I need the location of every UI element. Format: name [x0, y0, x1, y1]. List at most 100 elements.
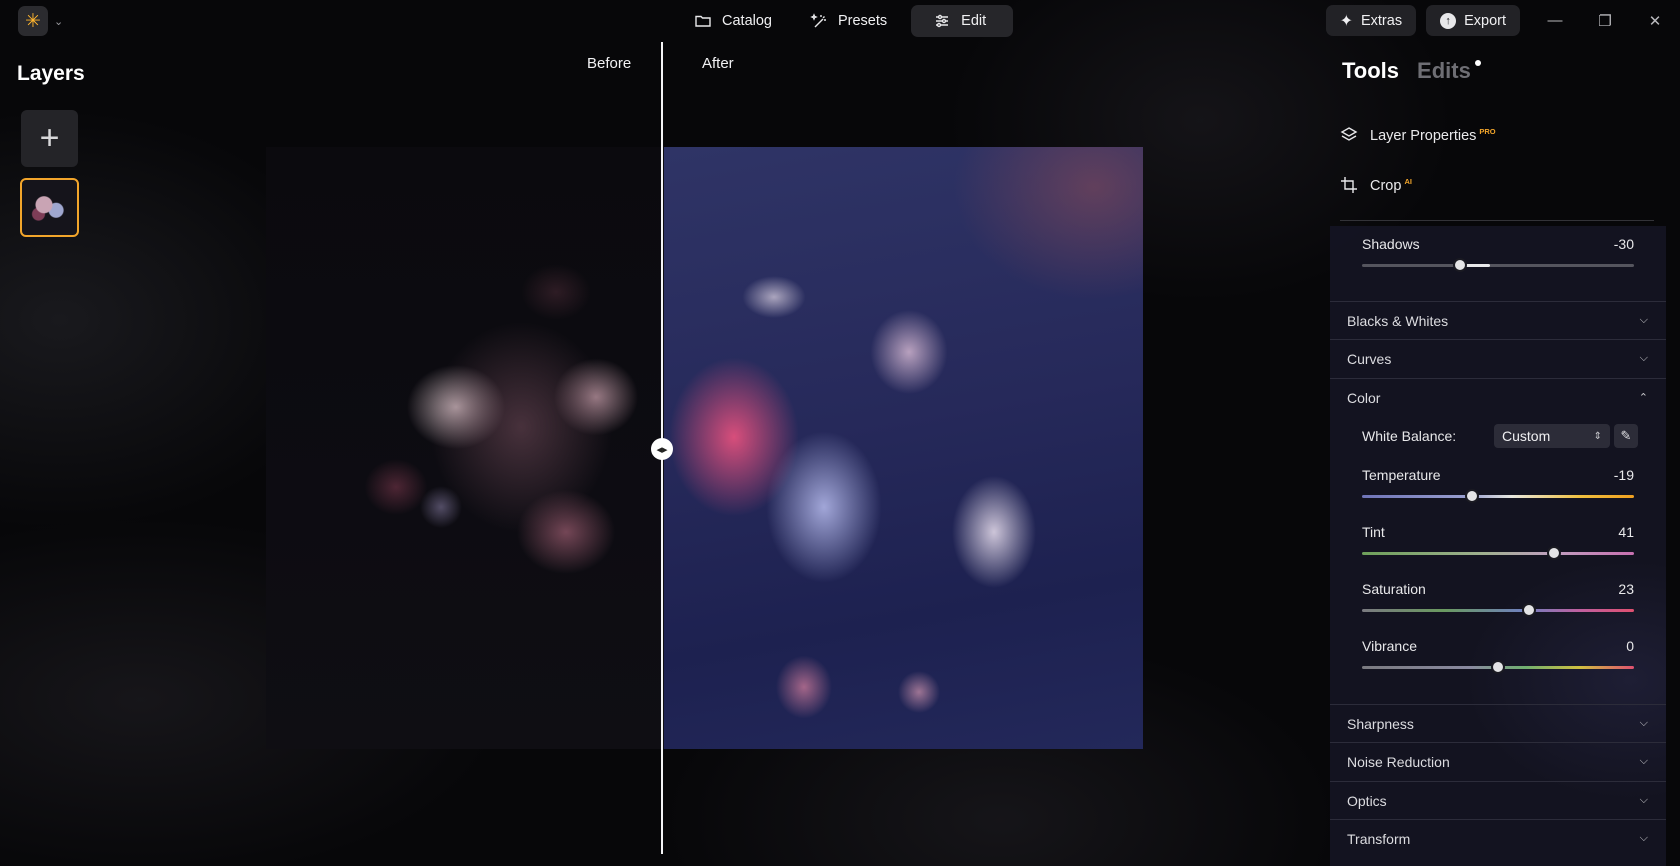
tint-thumb[interactable] [1546, 546, 1561, 560]
vibrance-track[interactable] [1362, 660, 1634, 674]
before-image [266, 147, 664, 749]
nav-catalog[interactable]: Catalog [680, 5, 786, 37]
layers-title: Layers [17, 62, 85, 85]
tab-edits[interactable]: Edits [1417, 58, 1481, 84]
saturation-slider[interactable]: Saturation 23 [1362, 581, 1634, 617]
nav-presets-label: Presets [837, 13, 888, 29]
tint-slider[interactable]: Tint 41 [1362, 524, 1634, 560]
section-transform[interactable]: Transform ⌵ [1330, 819, 1666, 857]
nav-edit-label: Edit [961, 13, 987, 29]
section-color[interactable]: Color ⌃ [1330, 378, 1666, 416]
nav-presets[interactable]: Presets [796, 5, 901, 37]
eyedropper-button[interactable]: ✎ [1614, 424, 1638, 448]
section-curves[interactable]: Curves ⌵ [1330, 339, 1666, 377]
section-blacks-whites-label: Blacks & Whites [1347, 312, 1449, 329]
extras-button[interactable]: ✦ Extras [1325, 5, 1417, 36]
white-balance-row: White Balance: Custom ⇕ ✎ [1362, 424, 1638, 448]
temperature-slider[interactable]: Temperature -19 [1362, 467, 1634, 503]
chevron-down-icon: ⌵ [1639, 352, 1648, 364]
drag-arrows-icon: ◂▸ [656, 443, 668, 456]
minimize-icon: — [1547, 12, 1563, 29]
tab-tools[interactable]: Tools [1342, 58, 1399, 84]
layer-properties-label: Layer Properties PRO [1370, 126, 1496, 144]
chevron-down-icon: ⌵ [1639, 755, 1648, 767]
nav-edit[interactable]: Edit [911, 5, 1014, 37]
vibrance-value: 0 [1626, 638, 1634, 654]
saturation-value: 23 [1618, 581, 1634, 597]
chevron-down-icon: ⌵ [1639, 314, 1648, 326]
unsaved-dot [1474, 60, 1481, 66]
panel-tabs: Tools Edits [1342, 58, 1481, 84]
before-label: Before [587, 55, 632, 72]
crop-label: Crop AI [1370, 176, 1412, 194]
layers-stack-icon [1340, 127, 1358, 141]
vibrance-thumb[interactable] [1491, 660, 1505, 674]
close-icon: ✕ [1648, 12, 1662, 30]
top-right-controls: ✦ Extras ↑ Export — ❐ ✕ [1325, 5, 1680, 36]
folder-icon [695, 15, 711, 27]
crop-tool[interactable]: Crop AI [1340, 176, 1412, 194]
export-button[interactable]: ↑ Export [1426, 5, 1520, 36]
magic-wand-icon [810, 13, 826, 28]
after-label: After [702, 55, 734, 72]
chevron-down-icon: ⌵ [1639, 717, 1648, 729]
section-noise-reduction-label: Noise Reduction [1347, 753, 1450, 770]
extras-label: Extras [1360, 12, 1403, 29]
tab-edits-label: Edits [1417, 58, 1471, 83]
photo-canvas[interactable] [266, 147, 1143, 749]
app-menu-button[interactable]: ✳ ⌄ [18, 6, 68, 36]
white-balance-label: White Balance: [1362, 428, 1457, 444]
vibrance-label: Vibrance [1362, 638, 1418, 654]
nav-catalog-label: Catalog [722, 13, 772, 29]
shadows-label: Shadows [1362, 236, 1420, 252]
after-image [664, 147, 1143, 749]
top-bar: ✳ ⌄ Catalog Presets Edit ✦ Extras ↑ Expo… [0, 0, 1680, 42]
minimize-button[interactable]: — [1530, 5, 1580, 36]
sparkle-icon: ✦ [1339, 12, 1353, 30]
add-layer-button[interactable]: + [21, 110, 78, 167]
eyedropper-icon: ✎ [1620, 428, 1632, 443]
shadows-thumb[interactable] [1452, 258, 1467, 272]
layer-thumbnail[interactable] [20, 178, 79, 237]
upload-circle-icon: ↑ [1440, 12, 1457, 29]
chevron-down-icon: ⌵ [1639, 794, 1648, 806]
section-blacks-whites[interactable]: Blacks & Whites ⌵ [1330, 301, 1666, 339]
restore-icon: ❐ [1598, 12, 1612, 30]
chevron-down-icon: ⌄ [54, 15, 64, 28]
close-button[interactable]: ✕ [1630, 5, 1680, 36]
section-transform-label: Transform [1347, 830, 1411, 847]
section-curves-label: Curves [1347, 350, 1392, 367]
vibrance-slider[interactable]: Vibrance 0 [1362, 638, 1634, 674]
layer-properties-tool[interactable]: Layer Properties PRO [1340, 126, 1496, 144]
section-optics-label: Optics [1347, 792, 1387, 809]
temperature-label: Temperature [1362, 467, 1441, 483]
restore-button[interactable]: ❐ [1580, 5, 1630, 36]
shadows-value: -30 [1613, 236, 1634, 252]
up-down-arrows-icon: ⇕ [1593, 430, 1602, 442]
saturation-label: Saturation [1362, 581, 1426, 597]
chevron-down-icon: ⌵ [1639, 832, 1648, 844]
sliders-icon [936, 14, 949, 28]
shadows-slider[interactable]: Shadows -30 [1362, 236, 1634, 272]
section-noise-reduction[interactable]: Noise Reduction ⌵ [1330, 742, 1666, 780]
export-label: Export [1464, 12, 1506, 29]
tint-track[interactable] [1362, 546, 1634, 560]
tint-label: Tint [1362, 524, 1385, 540]
panel-divider [1340, 220, 1654, 221]
app-logo-icon: ✳ [18, 6, 48, 36]
section-color-label: Color [1347, 389, 1381, 406]
crop-icon [1341, 177, 1357, 193]
tint-value: 41 [1618, 524, 1634, 540]
section-optics[interactable]: Optics ⌵ [1330, 781, 1666, 819]
shadows-track[interactable] [1362, 258, 1634, 272]
white-balance-value: Custom [1502, 428, 1551, 444]
section-sharpness-label: Sharpness [1347, 715, 1414, 732]
temperature-value: -19 [1613, 467, 1634, 483]
white-balance-select[interactable]: Custom ⇕ [1494, 424, 1610, 448]
plus-icon: + [39, 119, 60, 157]
temperature-track[interactable] [1362, 489, 1634, 503]
section-sharpness[interactable]: Sharpness ⌵ [1330, 704, 1666, 742]
chevron-up-icon: ⌃ [1638, 392, 1648, 404]
saturation-track[interactable] [1362, 603, 1634, 617]
compare-split-handle[interactable]: ◂▸ [651, 438, 673, 460]
